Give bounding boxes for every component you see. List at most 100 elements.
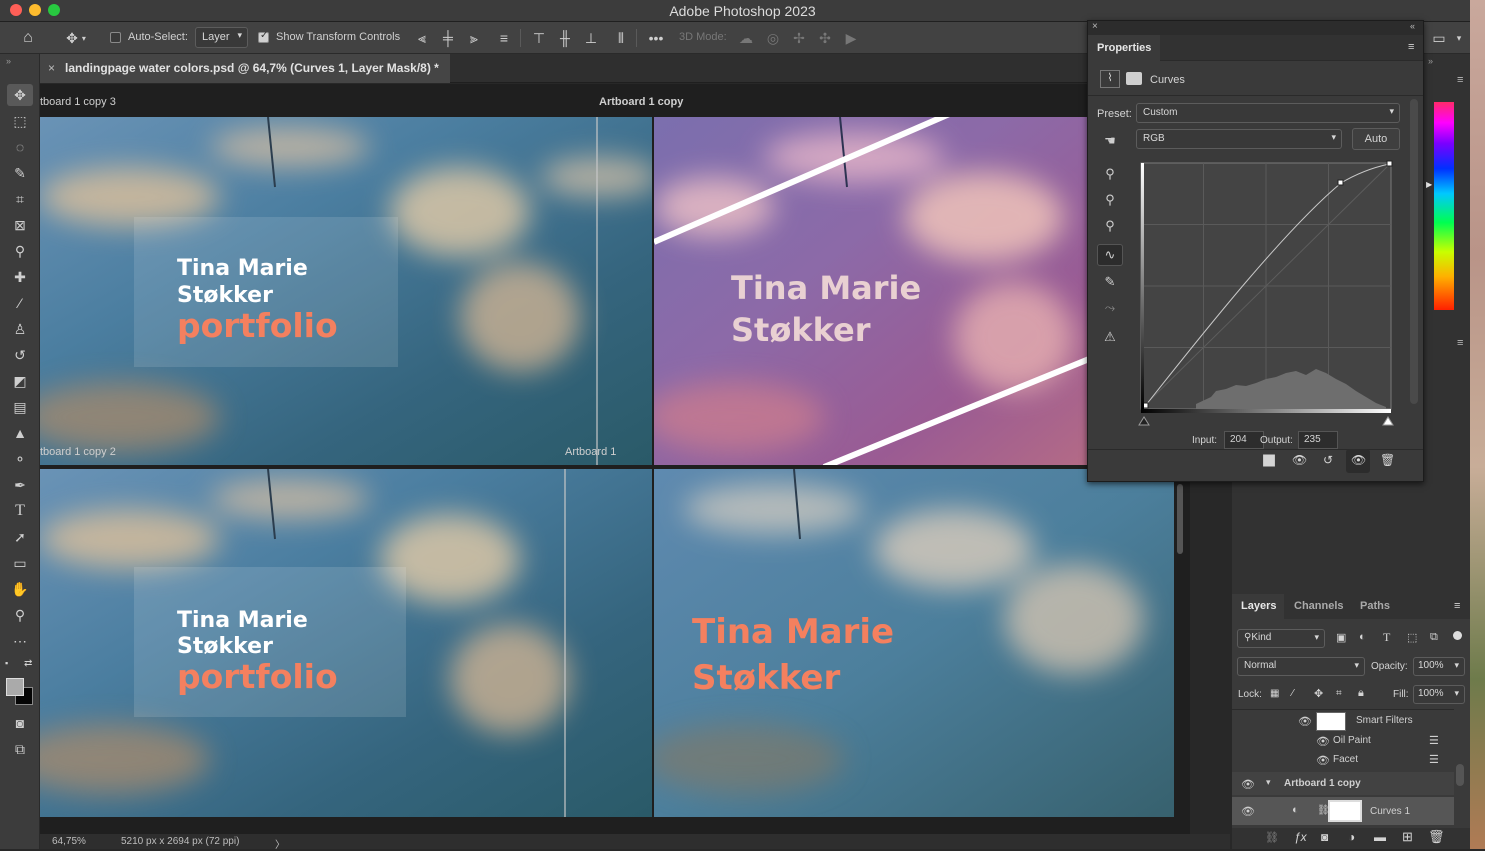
close-panel-icon[interactable]: × (1092, 21, 1098, 32)
lock-transparent-icon[interactable]: ▦ (1270, 688, 1279, 699)
marquee-tool-icon[interactable]: ⬚ (7, 110, 33, 132)
color-ramp[interactable] (1434, 102, 1454, 310)
filter-toggle-icon[interactable] (1453, 631, 1462, 640)
dock-menu-icon-2[interactable]: ≡ (1457, 337, 1463, 349)
artboard-top-left[interactable]: Tina Marie Støkker portfolio tboard 1 co… (40, 117, 652, 465)
align-top-icon[interactable]: ⊤ (529, 28, 549, 48)
properties-scrollbar[interactable] (1410, 99, 1418, 404)
mask-icon[interactable] (1126, 72, 1142, 85)
artboard-label-copy2[interactable]: tboard 1 copy 2 (40, 446, 116, 458)
edit-toolbar-icon[interactable]: ⋯ (7, 630, 33, 652)
layers-scrollbar[interactable] (1456, 764, 1464, 786)
filter-pixel-icon[interactable]: ▣ (1336, 631, 1346, 644)
layer-row-oil-paint[interactable]: 👁︎ Oil Paint ☰ (1232, 732, 1454, 751)
healing-brush-tool-icon[interactable]: ✚ (7, 266, 33, 288)
hand-tool-icon[interactable]: ✋ (7, 578, 33, 600)
distribute-v-icon[interactable]: ⦀ (611, 28, 631, 48)
visibility-eye-icon[interactable]: 👁︎ (1241, 778, 1255, 791)
delete-adjustment-icon[interactable]: 🗑︎ (1380, 453, 1395, 467)
align-middle-icon[interactable]: ╫ (555, 28, 575, 48)
rectangle-tool-icon[interactable]: ▭ (7, 552, 33, 574)
link-layers-icon[interactable]: ⛓ (1265, 831, 1279, 844)
show-transform-checkbox[interactable] (258, 30, 269, 43)
swap-colors-icon[interactable]: ⇄ (24, 658, 32, 669)
eyedropper-tool-icon[interactable]: ⚲ (7, 240, 33, 262)
toggle-visibility-icon[interactable]: 👁︎ (1346, 449, 1370, 473)
opacity-field[interactable]: 100% ▾ (1413, 657, 1465, 676)
filter-type-icon[interactable]: T (1383, 630, 1390, 645)
zoom-tool-icon[interactable]: ⚲ (7, 604, 33, 626)
eraser-tool-icon[interactable]: ◩ (7, 370, 33, 392)
home-icon[interactable]: ⌂ (16, 28, 40, 48)
auto-button[interactable]: Auto (1352, 128, 1400, 150)
default-colors-icon[interactable]: ▪ (5, 658, 8, 668)
layer-mask-thumbnail[interactable] (1328, 800, 1362, 822)
blend-mode-dropdown[interactable]: Normal ▾ (1237, 657, 1365, 676)
layer-row-smart-filters[interactable]: 👁︎ Smart Filters (1232, 710, 1454, 732)
lasso-tool-icon[interactable]: ◌ (7, 136, 33, 158)
workspace-chevron-icon[interactable]: ▾ (1452, 28, 1466, 48)
history-brush-tool-icon[interactable]: ↺ (7, 344, 33, 366)
fill-field[interactable]: 100% ▾ (1413, 685, 1465, 704)
new-adjustment-icon[interactable]: ◑ (1348, 830, 1355, 844)
dock-menu-icon[interactable]: ≡ (1457, 74, 1463, 86)
visibility-eye-icon[interactable]: 👁︎ (1316, 754, 1330, 767)
auto-select-checkbox[interactable] (110, 32, 121, 43)
curves-graph[interactable] (1136, 159, 1396, 427)
properties-title[interactable]: Properties (1088, 35, 1160, 61)
new-layer-icon[interactable]: ⊞ (1402, 829, 1413, 845)
clone-stamp-tool-icon[interactable]: ♙ (7, 318, 33, 340)
3d-camera-icon[interactable]: ▶ (840, 28, 862, 48)
artboard-bottom-right[interactable]: Tina Marie Støkker (654, 469, 1174, 817)
tab-paths[interactable]: Paths (1351, 594, 1391, 619)
channel-dropdown[interactable]: RGB ▾ (1136, 129, 1342, 149)
lock-all-icon[interactable]: 🔒︎ (1358, 687, 1364, 700)
align-right-icon[interactable]: ⫸ (464, 28, 484, 48)
artboard-top-right[interactable]: Tina Marie Støkker (654, 117, 1090, 465)
tab-channels[interactable]: Channels (1287, 594, 1347, 619)
type-tool-icon[interactable]: T (7, 500, 33, 522)
preset-dropdown[interactable]: Custom ▾ (1136, 103, 1400, 123)
3d-pan-icon[interactable]: ✢ (788, 28, 810, 48)
3d-roll-icon[interactable]: ◎ (762, 28, 784, 48)
clipping-warning-icon[interactable]: ⚠ (1097, 326, 1123, 348)
canvas-v-scrollbar[interactable] (1177, 484, 1183, 554)
align-bottom-icon[interactable]: ⊥ (581, 28, 601, 48)
distribute-h-icon[interactable]: ≡ (494, 28, 514, 48)
path-select-tool-icon[interactable]: ➚ (7, 526, 33, 548)
visibility-eye-icon[interactable]: 👁︎ (1298, 715, 1312, 728)
layer-row-facet[interactable]: 👁︎ Facet ☰ (1232, 751, 1454, 770)
align-left-icon[interactable]: ⫷ (412, 28, 432, 48)
crop-tool-icon[interactable]: ⌗ (7, 188, 33, 210)
layers-menu-icon[interactable]: ≡ (1454, 600, 1460, 612)
collapse-icon[interactable]: » (6, 56, 11, 66)
delete-layer-icon[interactable]: 🗑︎ (1428, 829, 1445, 845)
add-mask-icon[interactable]: ◙ (1321, 830, 1328, 844)
canvas-area[interactable]: tboard 1 copy 3 Artboard 1 copy Tina Mar… (40, 84, 1190, 849)
frame-tool-icon[interactable]: ⊠ (7, 214, 33, 236)
close-tab-icon[interactable]: × (48, 61, 55, 75)
layer-row-artboard[interactable]: 👁︎ ▾ Artboard 1 copy (1232, 772, 1454, 795)
3d-slide-icon[interactable]: ✣ (814, 28, 836, 48)
lock-artboard-icon[interactable]: ⌗ (1336, 688, 1342, 699)
input-field[interactable]: 204 (1224, 431, 1264, 449)
artboard-label-ab1[interactable]: Artboard 1 (565, 446, 616, 458)
view-previous-state-icon[interactable]: 👁︎ (1292, 453, 1307, 467)
kind-filter-dropdown[interactable]: ⚲Kind ▾ (1237, 629, 1325, 648)
filter-adjustment-icon[interactable]: ◐ (1359, 631, 1366, 643)
layer-row-curves[interactable]: 👁︎ ◐ ⛓ Curves 1 (1232, 797, 1454, 825)
black-point-eyedropper-icon[interactable]: ⚲ (1097, 163, 1123, 185)
filter-shape-icon[interactable]: ⬚ (1407, 631, 1417, 644)
more-options-icon[interactable]: ••• (645, 28, 667, 48)
quick-select-tool-icon[interactable]: ✎ (7, 162, 33, 184)
curves-adjustment-icon[interactable]: ⌇ (1100, 70, 1120, 88)
foreground-color-swatch[interactable] (6, 678, 24, 696)
lock-position-icon[interactable]: ✥ (1314, 687, 1323, 700)
properties-menu-icon[interactable]: ≡ (1408, 41, 1414, 53)
visibility-eye-icon[interactable]: 👁︎ (1241, 805, 1255, 818)
filter-blending-options-icon[interactable]: ☰ (1429, 734, 1439, 747)
gray-point-eyedropper-icon[interactable]: ⚲ (1097, 189, 1123, 211)
output-field[interactable]: 235 (1298, 431, 1338, 449)
artboard-label-copy3[interactable]: tboard 1 copy 3 (40, 96, 116, 108)
gradient-tool-icon[interactable]: ▤ (7, 396, 33, 418)
